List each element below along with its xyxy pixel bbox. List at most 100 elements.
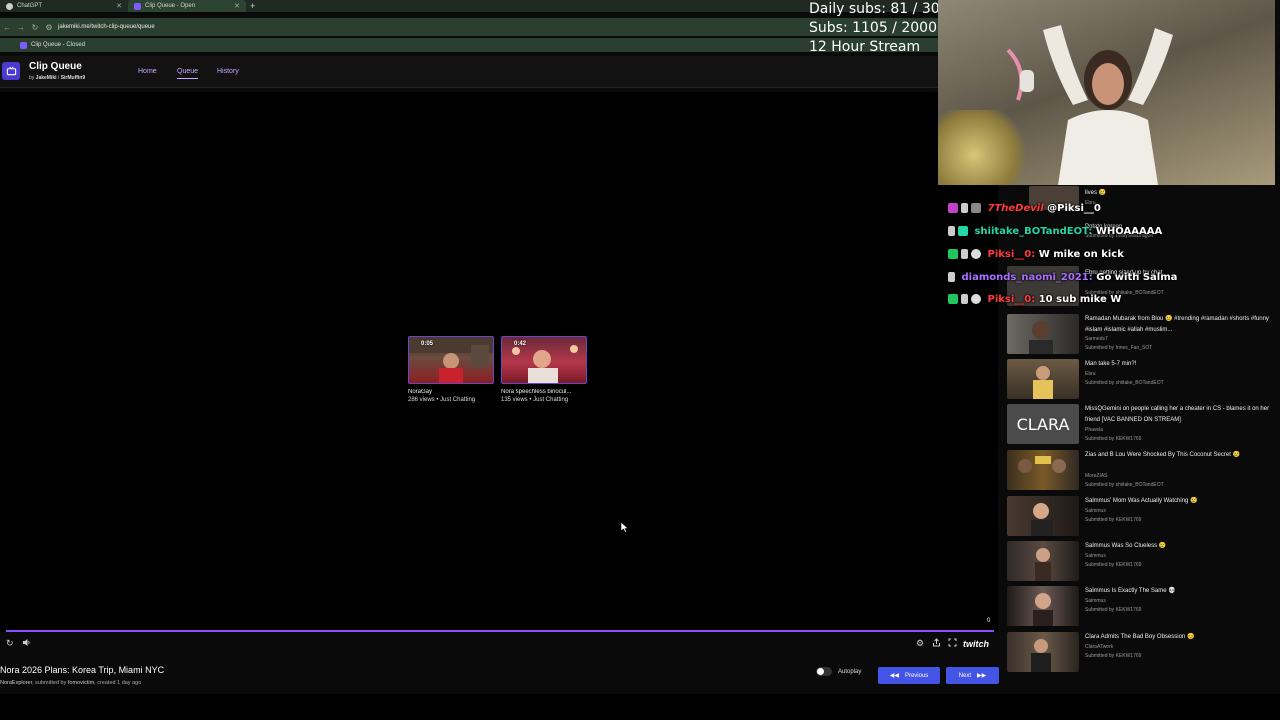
clip-card[interactable]: 0:05 NoraGay 286 views • Just Chatting (408, 336, 496, 403)
chat-username[interactable]: Piksi__0: (987, 294, 1035, 305)
chat-username[interactable]: Piksi__0: (987, 249, 1035, 260)
tv-icon[interactable] (2, 62, 20, 80)
tab-label: Clip Queue - Open (145, 3, 196, 9)
video-player[interactable]: 0:05 NoraGay 286 views • Just Chatting 0… (0, 92, 998, 632)
queue-item[interactable]: Zias and B Lou Were Shocked By This Coco… (1007, 450, 1273, 494)
app-byline: by JakeMiki / SirMuffin9 (29, 75, 86, 81)
queue-item-title: Salmmus Is Exactly The Same 💀 (1085, 588, 1176, 594)
queue-item-title: lives 😢 (1085, 190, 1107, 196)
new-tab-button[interactable]: + (250, 1, 255, 11)
clip-meta: 286 views • Just Chatting (408, 397, 476, 403)
close-icon[interactable]: ✕ (116, 2, 122, 10)
queue-item-submitter: Submitted by KEKW1769 (1085, 607, 1142, 613)
previous-button[interactable]: ◀◀ Previous (878, 667, 940, 684)
tab-clip-queue[interactable]: Clip Queue - Open ✕ (128, 0, 246, 12)
tab-chatgpt[interactable]: ChatGPT ✕ (0, 0, 128, 12)
author-link[interactable]: JakeMiki (36, 75, 57, 81)
queue-thumbnail (1007, 314, 1079, 354)
submitter-link[interactable]: fomovictim (68, 680, 94, 686)
bookmarks-bar: Clip Queue - Closed (0, 38, 940, 52)
app-header: Clip Queue by JakeMiki / SirMuffin9 Home… (0, 56, 940, 88)
total-subs: Subs: 1105 / 2000 (809, 20, 937, 36)
share-icon[interactable] (932, 638, 941, 649)
current-clip-meta: NoraExplorer, submitted by fomovictim, c… (0, 680, 142, 686)
clip-duration: 0:42 (514, 341, 527, 347)
rewind-icon: ◀◀ (889, 673, 899, 679)
chat-username[interactable]: diamonds_naomi_2021: (961, 272, 1092, 283)
queue-item-channel: Salmmus (1085, 598, 1106, 604)
brush-badge-icon (961, 203, 968, 213)
nav-history[interactable]: History (217, 68, 239, 75)
queue-item[interactable]: CLARA MissQGemini on people calling her … (1007, 404, 1273, 448)
chat-message: 7TheDevil @Piksi__0 (948, 203, 1101, 214)
skull-badge-icon (971, 294, 981, 304)
chat-username[interactable]: shiitake_BOTandEOT: (974, 226, 1092, 237)
daily-subs: Daily subs: 81 / 30 (809, 1, 940, 17)
brush-badge-icon (961, 249, 968, 259)
queue-item-channel: Phavela (1085, 427, 1104, 433)
forward-icon[interactable]: → (14, 23, 28, 32)
gift-badge-icon (971, 203, 981, 213)
volume-icon[interactable] (22, 638, 31, 649)
chat-text: 10 sub mike W (1038, 294, 1122, 305)
clip-card[interactable]: 0:42 Nora speechless binocul... 135 view… (501, 336, 589, 403)
queue-item-submitter: Submitted by Innes_Fan_SOT (1085, 345, 1153, 351)
clip-title: Nora speechless binocul... (501, 389, 572, 395)
twitch-logo[interactable]: twitch (963, 639, 989, 649)
close-icon[interactable]: ✕ (234, 2, 240, 10)
check-badge-icon (948, 294, 958, 304)
player-controls: ↻ ⚙ twitch (0, 638, 998, 652)
subscriber-goal-overlay: Daily subs: 81 / 30 Subs: 1105 / 2000 12… (809, 0, 940, 57)
fullscreen-icon[interactable] (948, 638, 957, 649)
reload-icon[interactable]: ↻ (28, 23, 42, 32)
stream-label: 12 Hour Stream (809, 39, 921, 55)
current-clip-title: Nora 2026 Plans: Korea Trip, Miami NYC (0, 665, 165, 675)
autoplay-control: Autoplay (816, 667, 861, 676)
queue-item-title: Man take 5-7 min?! (1085, 361, 1137, 367)
url-field[interactable]: jakemiki.me/twitch-clip-queue/queue (58, 24, 155, 30)
chat-message: shiitake_BOTandEOT: WHOAAAAA (948, 226, 1162, 237)
queue-item[interactable]: Salmmus Is Exactly The Same 💀 Salmmus Su… (1007, 586, 1273, 630)
clip-thumbnail[interactable]: 0:42 (501, 336, 587, 384)
chat-text: W mike on kick (1038, 249, 1124, 260)
queue-thumbnail (1007, 359, 1079, 399)
queue-item-title: Zias and B Lou Were Shocked By This Coco… (1085, 452, 1240, 458)
nav-home[interactable]: Home (138, 68, 157, 75)
site-info-icon[interactable]: ⚙ (42, 23, 56, 32)
brush-badge-icon (948, 272, 955, 282)
webcam-feed (938, 0, 1275, 185)
replay-icon[interactable]: ↻ (6, 638, 14, 649)
queue-item[interactable]: Salmmus Was So Clueless 😢 Salmmus Submit… (1007, 541, 1273, 585)
settings-icon[interactable]: ⚙ (916, 638, 924, 649)
queue-item[interactable]: Man take 5-7 min?! Ebru Submitted by shi… (1007, 359, 1273, 403)
chat-message: Piksi__0: 10 sub mike W (948, 294, 1121, 305)
lamp-glow (938, 110, 1028, 185)
streamer-image (1043, 25, 1173, 185)
queue-item-channel: Ebru (1085, 371, 1096, 377)
chat-username[interactable]: 7TheDevil (987, 203, 1043, 214)
brush-badge-icon (948, 226, 955, 236)
skull-badge-icon (971, 249, 981, 259)
queue-thumbnail (1007, 450, 1079, 490)
clip-duration: 0:05 (421, 341, 434, 347)
next-button[interactable]: Next ▶▶ (946, 667, 999, 684)
queue-item[interactable]: Salmmus' Mom Was Actually Watching 😢 Sal… (1007, 496, 1273, 540)
app-title: Clip Queue (29, 61, 82, 72)
author-link[interactable]: SirMuffin9 (61, 75, 85, 81)
queue-item[interactable]: Ramadan Mubarak from Blou 😢 #trending #r… (1007, 314, 1273, 358)
screen: ChatGPT ✕ Clip Queue - Open ✕ + ← → ↻ ⚙ … (0, 0, 1280, 720)
queue-thumbnail (1007, 541, 1079, 581)
bookmark-favicon-icon (20, 41, 27, 49)
chat-text: @Piksi__0 (1047, 203, 1101, 214)
clip-thumbnail[interactable]: 0:05 (408, 336, 494, 384)
autoplay-toggle[interactable] (816, 667, 832, 676)
progress-bar[interactable] (6, 630, 994, 632)
back-icon[interactable]: ← (0, 23, 14, 32)
nav-queue[interactable]: Queue (177, 68, 199, 79)
channel-link[interactable]: NoraExplorer (0, 680, 32, 686)
queue-item-channel: ClaraATwork (1085, 644, 1114, 650)
bookmark-clip-queue[interactable]: Clip Queue - Closed (31, 42, 85, 48)
queue-item-title: Salmmus' Mom Was Actually Watching 😢 (1085, 498, 1198, 504)
queue-item[interactable]: Clara Admits The Bad Boy Obsession 😊 Cla… (1007, 632, 1273, 676)
queue-item-submitter: Submitted by KEKW1769 (1085, 436, 1142, 442)
